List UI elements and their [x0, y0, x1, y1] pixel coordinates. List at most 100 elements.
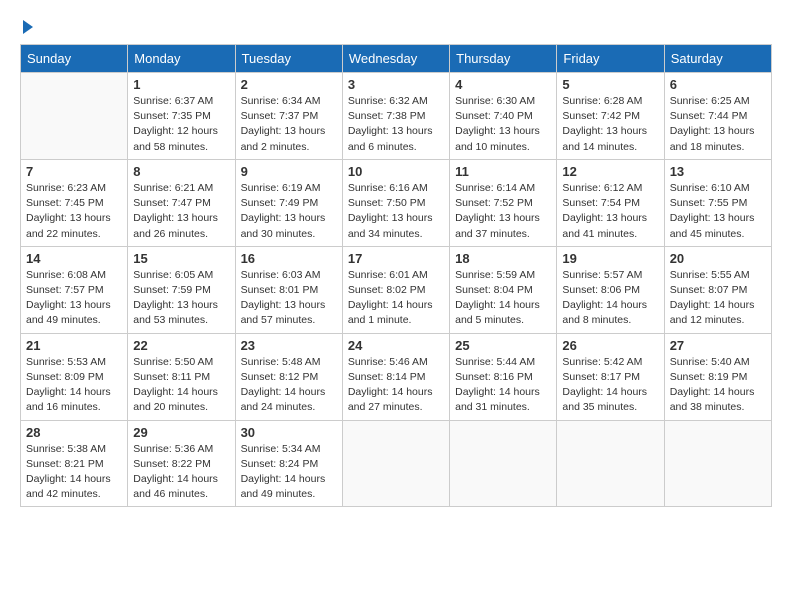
cell-info: Sunrise: 6:05 AMSunset: 7:59 PMDaylight:… [133, 268, 229, 329]
day-number: 3 [348, 77, 444, 92]
calendar-cell: 2 Sunrise: 6:34 AMSunset: 7:37 PMDaylight… [235, 73, 342, 160]
calendar-cell: 11 Sunrise: 6:14 AMSunset: 7:52 PMDayligh… [450, 159, 557, 246]
day-number: 13 [670, 164, 766, 179]
cell-info: Sunrise: 6:01 AMSunset: 8:02 PMDaylight:… [348, 268, 444, 329]
cell-info: Sunrise: 5:38 AMSunset: 8:21 PMDaylight:… [26, 442, 122, 503]
calendar-cell: 22Sunrise: 5:50 AMSunset: 8:11 PMDayligh… [128, 333, 235, 420]
day-number: 7 [26, 164, 122, 179]
calendar-cell: 14 Sunrise: 6:08 AMSunset: 7:57 PMDayligh… [21, 246, 128, 333]
calendar-cell: 23 Sunrise: 5:48 AMSunset: 8:12 PMDayligh… [235, 333, 342, 420]
day-number: 22 [133, 338, 229, 353]
day-number: 6 [670, 77, 766, 92]
calendar-table: SundayMondayTuesdayWednesdayThursdayFrid… [20, 44, 772, 507]
cell-info: Sunrise: 6:14 AMSunset: 7:52 PMDaylight:… [455, 181, 551, 242]
calendar-cell: 19Sunrise: 5:57 AMSunset: 8:06 PMDayligh… [557, 246, 664, 333]
calendar-cell: 6 Sunrise: 6:25 AMSunset: 7:44 PMDaylight… [664, 73, 771, 160]
day-number: 8 [133, 164, 229, 179]
day-number: 1 [133, 77, 229, 92]
calendar-cell: 7Sunrise: 6:23 AMSunset: 7:45 PMDaylight… [21, 159, 128, 246]
day-number: 14 [26, 251, 122, 266]
calendar-week-row: 14 Sunrise: 6:08 AMSunset: 7:57 PMDayligh… [21, 246, 772, 333]
calendar-week-row: 21 Sunrise: 5:53 AMSunset: 8:09 PMDayligh… [21, 333, 772, 420]
cell-info: Sunrise: 6:25 AMSunset: 7:44 PMDaylight:… [670, 94, 766, 155]
day-number: 23 [241, 338, 337, 353]
calendar-cell: 4 Sunrise: 6:30 AMSunset: 7:40 PMDaylight… [450, 73, 557, 160]
cell-info: Sunrise: 6:34 AMSunset: 7:37 PMDaylight:… [241, 94, 337, 155]
calendar-cell: 18 Sunrise: 5:59 AMSunset: 8:04 PMDayligh… [450, 246, 557, 333]
cell-info: Sunrise: 5:40 AMSunset: 8:19 PMDaylight:… [670, 355, 766, 416]
calendar-week-row: 1 Sunrise: 6:37 AMSunset: 7:35 PMDaylight… [21, 73, 772, 160]
weekday-header-thursday: Thursday [450, 45, 557, 73]
weekday-header-sunday: Sunday [21, 45, 128, 73]
cell-info: Sunrise: 5:34 AMSunset: 8:24 PMDaylight:… [241, 442, 337, 503]
calendar-cell: 8 Sunrise: 6:21 AMSunset: 7:47 PMDaylight… [128, 159, 235, 246]
cell-info: Sunrise: 6:30 AMSunset: 7:40 PMDaylight:… [455, 94, 551, 155]
calendar-cell [21, 73, 128, 160]
calendar-cell: 16Sunrise: 6:03 AMSunset: 8:01 PMDayligh… [235, 246, 342, 333]
day-number: 4 [455, 77, 551, 92]
cell-info: Sunrise: 6:19 AMSunset: 7:49 PMDaylight:… [241, 181, 337, 242]
weekday-header-monday: Monday [128, 45, 235, 73]
cell-info: Sunrise: 5:46 AMSunset: 8:14 PMDaylight:… [348, 355, 444, 416]
day-number: 18 [455, 251, 551, 266]
cell-info: Sunrise: 5:55 AMSunset: 8:07 PMDaylight:… [670, 268, 766, 329]
calendar-cell: 25 Sunrise: 5:44 AMSunset: 8:16 PMDayligh… [450, 333, 557, 420]
cell-info: Sunrise: 5:48 AMSunset: 8:12 PMDaylight:… [241, 355, 337, 416]
day-number: 21 [26, 338, 122, 353]
cell-info: Sunrise: 6:08 AMSunset: 7:57 PMDaylight:… [26, 268, 122, 329]
weekday-header-friday: Friday [557, 45, 664, 73]
calendar-cell: 5 Sunrise: 6:28 AMSunset: 7:42 PMDaylight… [557, 73, 664, 160]
weekday-header-row: SundayMondayTuesdayWednesdayThursdayFrid… [21, 45, 772, 73]
day-number: 12 [562, 164, 658, 179]
calendar-cell: 12 Sunrise: 6:12 AMSunset: 7:54 PMDayligh… [557, 159, 664, 246]
calendar-cell: 10 Sunrise: 6:16 AMSunset: 7:50 PMDayligh… [342, 159, 449, 246]
calendar-cell: 3 Sunrise: 6:32 AMSunset: 7:38 PMDaylight… [342, 73, 449, 160]
cell-info: Sunrise: 6:32 AMSunset: 7:38 PMDaylight:… [348, 94, 444, 155]
calendar-cell [664, 420, 771, 507]
cell-info: Sunrise: 6:12 AMSunset: 7:54 PMDaylight:… [562, 181, 658, 242]
weekday-header-tuesday: Tuesday [235, 45, 342, 73]
day-number: 2 [241, 77, 337, 92]
day-number: 10 [348, 164, 444, 179]
logo [20, 20, 33, 34]
weekday-header-saturday: Saturday [664, 45, 771, 73]
cell-info: Sunrise: 6:10 AMSunset: 7:55 PMDaylight:… [670, 181, 766, 242]
day-number: 24 [348, 338, 444, 353]
calendar-cell: 17 Sunrise: 6:01 AMSunset: 8:02 PMDayligh… [342, 246, 449, 333]
cell-info: Sunrise: 5:59 AMSunset: 8:04 PMDaylight:… [455, 268, 551, 329]
day-number: 17 [348, 251, 444, 266]
cell-info: Sunrise: 5:53 AMSunset: 8:09 PMDaylight:… [26, 355, 122, 416]
day-number: 30 [241, 425, 337, 440]
header [20, 20, 772, 34]
calendar-cell: 30 Sunrise: 5:34 AMSunset: 8:24 PMDayligh… [235, 420, 342, 507]
calendar-cell: 27 Sunrise: 5:40 AMSunset: 8:19 PMDayligh… [664, 333, 771, 420]
calendar-cell: 29 Sunrise: 5:36 AMSunset: 8:22 PMDayligh… [128, 420, 235, 507]
day-number: 28 [26, 425, 122, 440]
cell-info: Sunrise: 5:36 AMSunset: 8:22 PMDaylight:… [133, 442, 229, 503]
calendar-cell: 1 Sunrise: 6:37 AMSunset: 7:35 PMDaylight… [128, 73, 235, 160]
cell-info: Sunrise: 6:21 AMSunset: 7:47 PMDaylight:… [133, 181, 229, 242]
calendar-cell: 28 Sunrise: 5:38 AMSunset: 8:21 PMDayligh… [21, 420, 128, 507]
day-number: 11 [455, 164, 551, 179]
day-number: 29 [133, 425, 229, 440]
calendar-cell [450, 420, 557, 507]
day-number: 9 [241, 164, 337, 179]
cell-info: Sunrise: 5:42 AMSunset: 8:17 PMDaylight:… [562, 355, 658, 416]
day-number: 5 [562, 77, 658, 92]
day-number: 16 [241, 251, 337, 266]
day-number: 27 [670, 338, 766, 353]
logo-triangle-icon [23, 20, 33, 34]
weekday-header-wednesday: Wednesday [342, 45, 449, 73]
cell-info: Sunrise: 6:37 AMSunset: 7:35 PMDaylight:… [133, 94, 229, 155]
calendar-cell: 15Sunrise: 6:05 AMSunset: 7:59 PMDayligh… [128, 246, 235, 333]
cell-info: Sunrise: 5:44 AMSunset: 8:16 PMDaylight:… [455, 355, 551, 416]
calendar-cell [557, 420, 664, 507]
cell-info: Sunrise: 6:16 AMSunset: 7:50 PMDaylight:… [348, 181, 444, 242]
calendar-cell: 20 Sunrise: 5:55 AMSunset: 8:07 PMDayligh… [664, 246, 771, 333]
cell-info: Sunrise: 6:28 AMSunset: 7:42 PMDaylight:… [562, 94, 658, 155]
day-number: 26 [562, 338, 658, 353]
calendar-cell: 24 Sunrise: 5:46 AMSunset: 8:14 PMDayligh… [342, 333, 449, 420]
day-number: 25 [455, 338, 551, 353]
calendar-cell: 21 Sunrise: 5:53 AMSunset: 8:09 PMDayligh… [21, 333, 128, 420]
day-number: 20 [670, 251, 766, 266]
